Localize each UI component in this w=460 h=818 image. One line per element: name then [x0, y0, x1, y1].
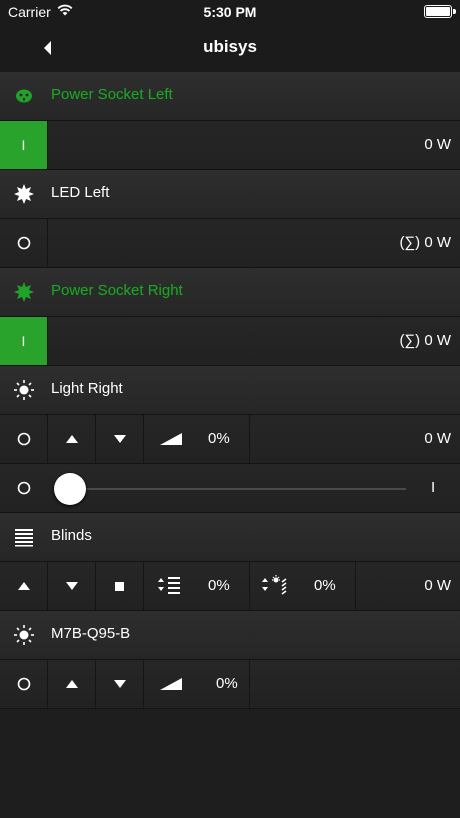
device-name: Light Right — [51, 380, 123, 397]
brighten-button[interactable] — [48, 660, 96, 708]
level-indicator: 0% — [144, 660, 250, 708]
device-name: M7B-Q95-B — [51, 625, 131, 642]
level-indicator: 0% — [144, 415, 250, 463]
battery-icon — [424, 5, 456, 18]
up-arrow-icon — [65, 435, 78, 443]
tilt-icon — [262, 575, 287, 595]
device-controls-socket-right: I (∑) 0 W — [0, 317, 460, 366]
off-toggle-button[interactable] — [0, 415, 48, 463]
on-symbol: I — [21, 333, 26, 349]
up-arrow-icon — [65, 680, 78, 688]
blinds-down-button[interactable] — [48, 562, 96, 610]
up-arrow-icon — [17, 582, 30, 590]
dim-button[interactable] — [96, 660, 144, 708]
page-title: ubisys — [203, 37, 257, 56]
on-symbol: I — [21, 137, 26, 153]
blinds-up-button[interactable] — [0, 562, 48, 610]
ramp-icon — [160, 678, 182, 690]
off-circle-icon — [17, 481, 31, 495]
device-controls-socket-left: I 0 W — [0, 121, 460, 170]
power-reading: 0 W — [424, 430, 451, 447]
device-controls-m7b: 0% — [0, 660, 460, 709]
brighten-button[interactable] — [48, 415, 96, 463]
device-controls-led-left: (∑) 0 W — [0, 219, 460, 268]
lift-icon — [158, 577, 180, 594]
stop-icon — [115, 581, 124, 591]
device-name: LED Left — [51, 184, 110, 201]
device-header-light-right[interactable]: Light Right — [0, 366, 460, 415]
off-circle-icon — [17, 236, 30, 250]
lift-value: 0% — [208, 577, 230, 594]
off-toggle-button[interactable] — [0, 660, 48, 708]
device-controls-blinds: 0% 0% 0 W — [0, 562, 460, 611]
status-time: 5:30 PM — [203, 4, 257, 20]
device-header-blinds[interactable]: Blinds — [0, 513, 460, 562]
dim-button[interactable] — [96, 415, 144, 463]
tilt-value: 0% — [314, 577, 336, 594]
slider-track[interactable] — [70, 488, 406, 490]
power-reading: (∑) 0 W — [399, 332, 451, 349]
socket-icon — [12, 84, 36, 108]
navigation-bar: ubisys — [0, 24, 460, 72]
down-arrow-icon — [113, 680, 126, 688]
device-name: Power Socket Left — [51, 86, 173, 103]
sun-icon — [12, 623, 36, 647]
power-reading: 0 W — [424, 136, 451, 153]
device-header-led-left[interactable]: LED Left — [0, 170, 460, 219]
on-toggle-button[interactable]: I — [0, 317, 48, 365]
off-circle-icon — [17, 432, 30, 446]
ramp-icon — [160, 433, 182, 445]
device-header-m7b[interactable]: M7B-Q95-B — [0, 611, 460, 660]
device-header-socket-left[interactable]: Power Socket Left — [0, 72, 460, 121]
device-name: Blinds — [51, 527, 92, 544]
slider-min-button[interactable] — [0, 464, 48, 512]
down-arrow-icon — [65, 582, 78, 590]
power-reading: (∑) 0 W — [399, 234, 451, 251]
slider-thumb[interactable] — [54, 473, 86, 505]
burst-icon — [12, 280, 36, 304]
lift-indicator: 0% — [144, 562, 250, 610]
down-arrow-icon — [113, 435, 126, 443]
device-header-socket-right[interactable]: Power Socket Right — [0, 268, 460, 317]
level-value: 0% — [208, 430, 230, 447]
blinds-icon — [12, 525, 36, 549]
device-controls-light-right: 0% 0 W — [0, 415, 460, 464]
slider-max-symbol[interactable]: I — [431, 479, 435, 496]
tilt-indicator: 0% — [250, 562, 356, 610]
off-toggle-button[interactable] — [0, 219, 48, 267]
off-circle-icon — [17, 677, 30, 691]
blinds-stop-button[interactable] — [96, 562, 144, 610]
on-toggle-button[interactable]: I — [0, 121, 48, 169]
status-bar: Carrier 5:30 PM — [0, 0, 460, 24]
device-name: Power Socket Right — [51, 282, 183, 299]
sun-icon — [12, 378, 36, 402]
dimmer-slider-row: I — [0, 464, 460, 513]
burst-icon — [12, 182, 36, 206]
power-reading: 0 W — [424, 577, 451, 594]
level-value: 0% — [216, 675, 238, 692]
